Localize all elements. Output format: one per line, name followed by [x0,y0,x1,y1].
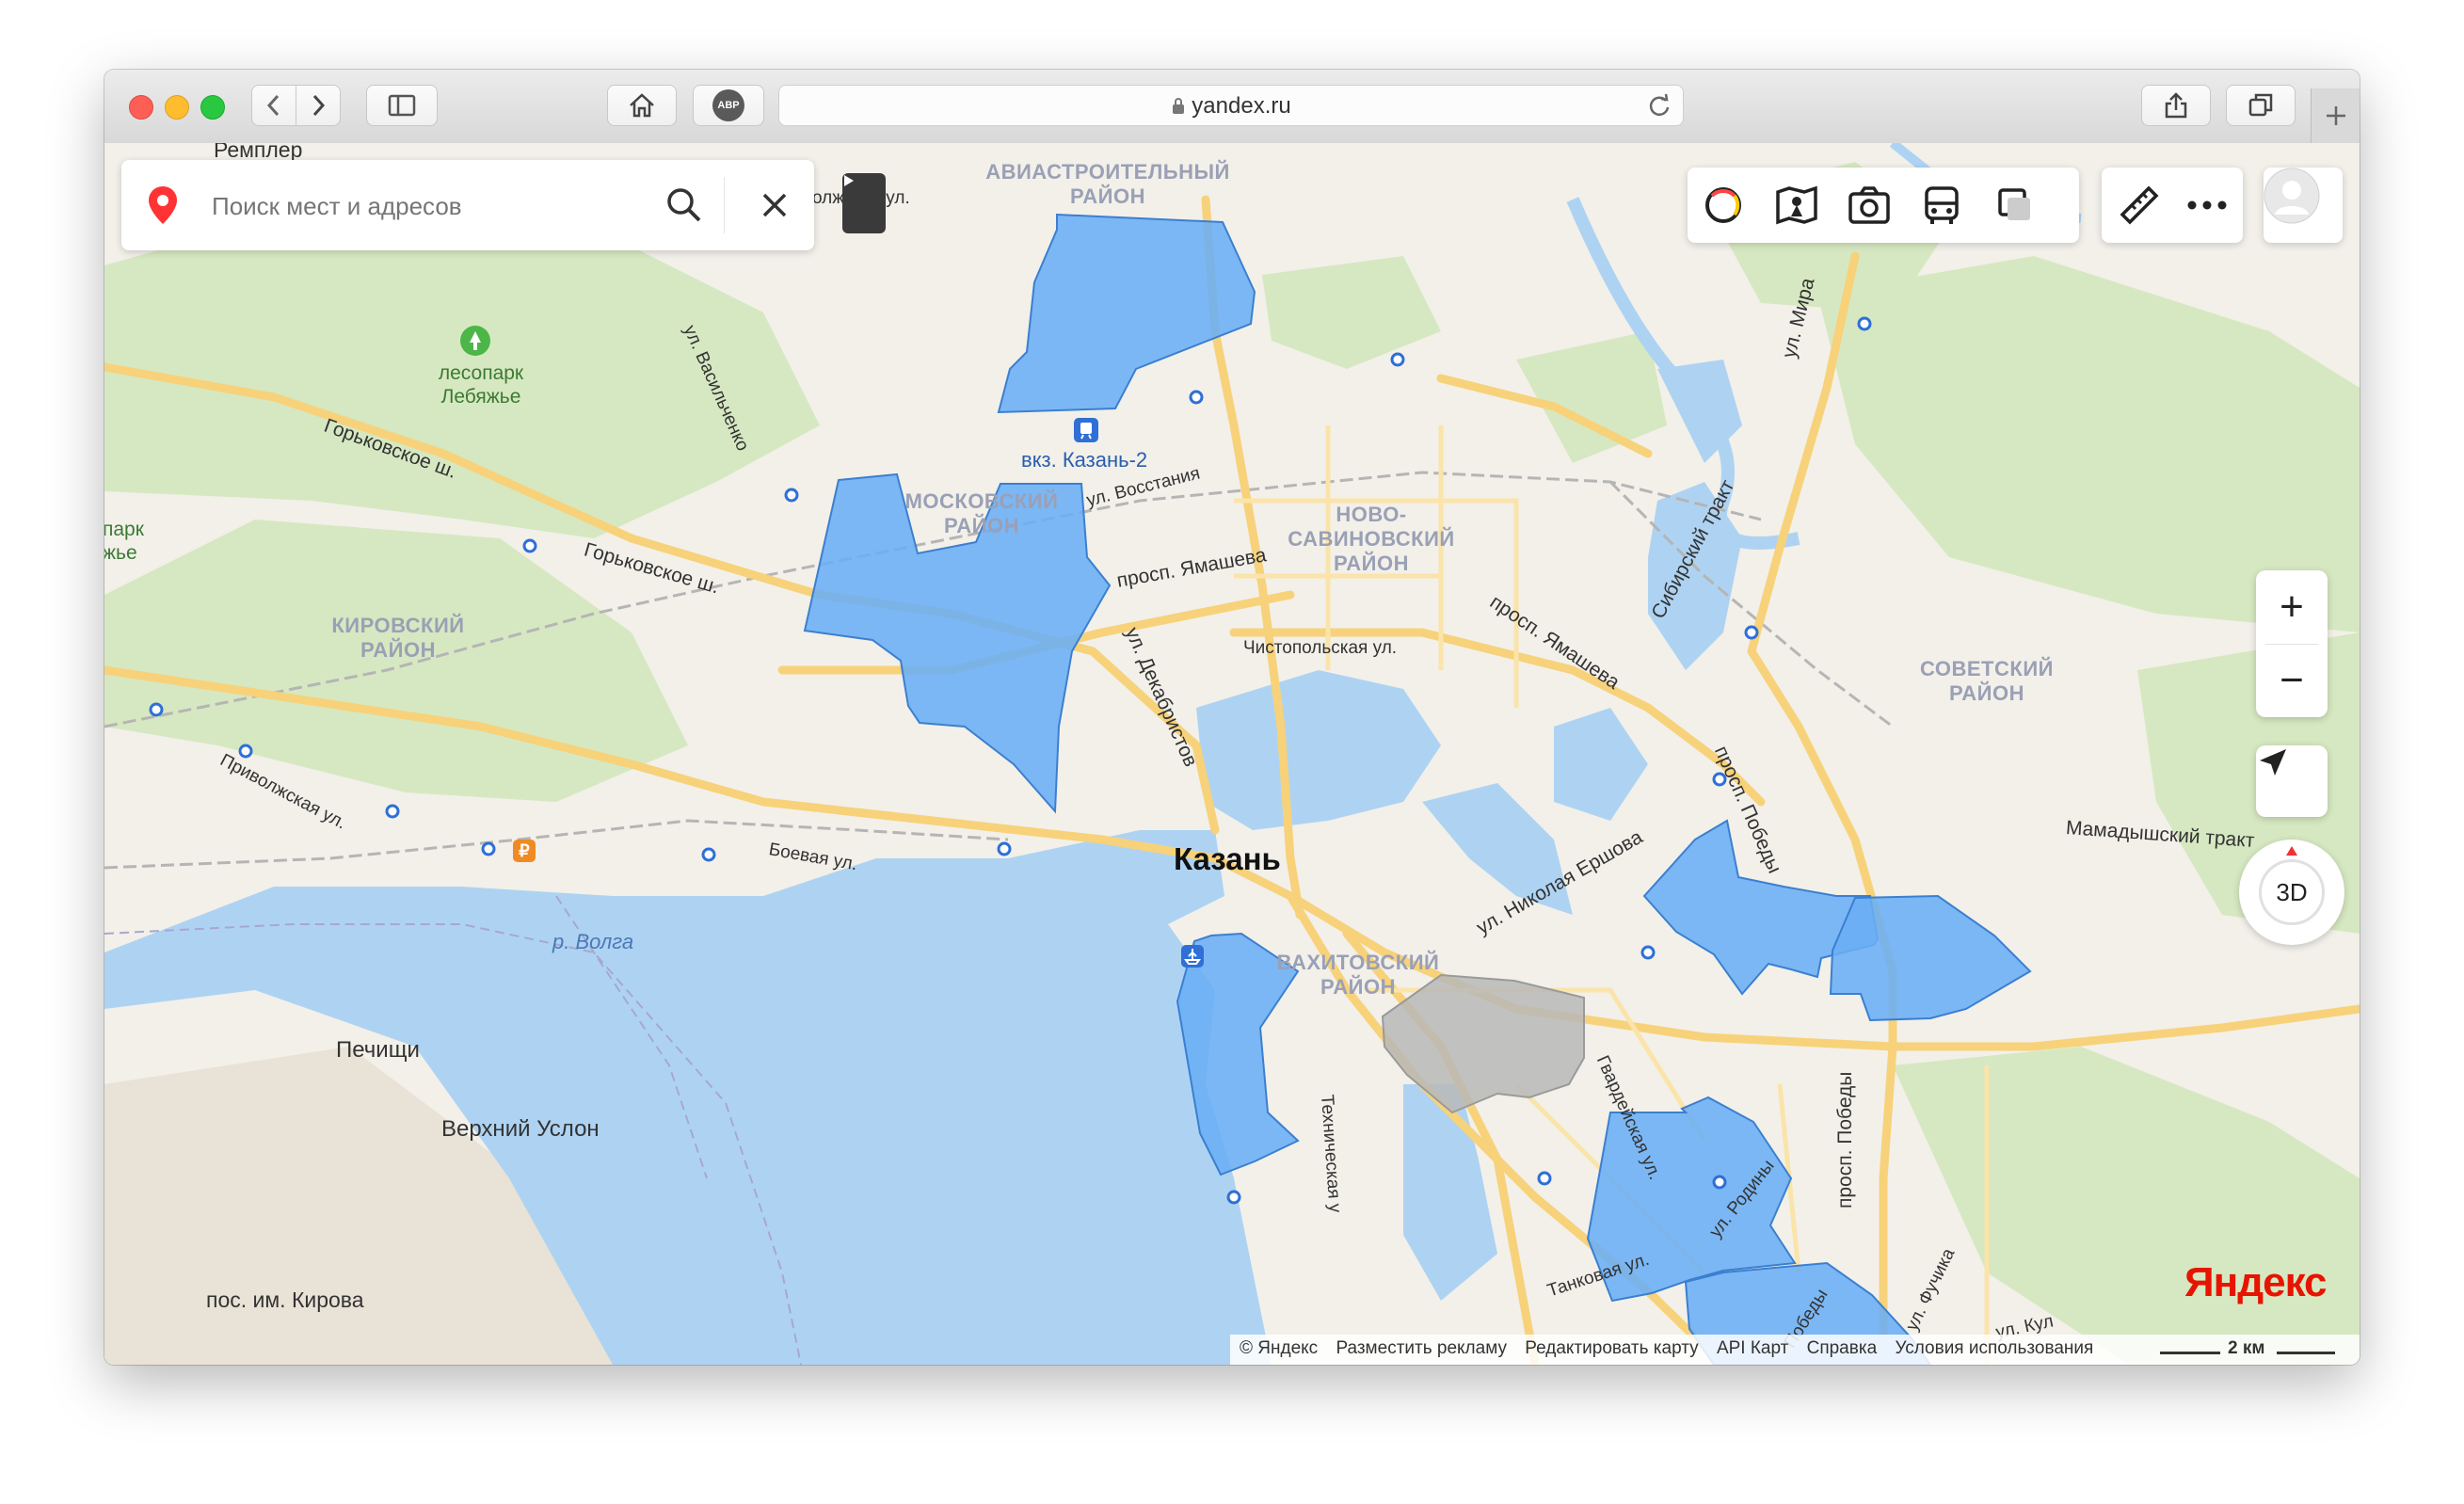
close-icon[interactable] [760,190,790,220]
api-link[interactable]: API Карт [1717,1338,1788,1358]
district-label-vakhitovsky: ВАХИТОВСКИЙ РАЙОН [1276,951,1440,999]
share-button[interactable] [2141,85,2211,126]
traffic-layer-icon[interactable] [1703,184,1744,226]
sidebar-toggle-button[interactable] [366,85,438,126]
tools-toolbar [2102,168,2243,243]
map-layers-toolbar [1688,168,2079,243]
geolocation-button[interactable] [2256,745,2328,817]
map-graphics [104,143,2360,1365]
tabs-icon [2248,93,2273,117]
scale-label: 2 км [2228,1338,2265,1358]
place-volga: р. Волга [552,930,634,953]
transit-icon[interactable] [1921,184,1962,226]
zoom-control: + − [2256,570,2328,717]
home-button[interactable] [607,85,677,126]
minimize-window-button[interactable] [165,95,189,120]
plus-icon [2327,106,2345,125]
chevron-right-icon [312,94,326,117]
district-label-sovetsky: СОВЕТСКИЙ РАЙОН [1920,657,2054,705]
maximize-window-button[interactable] [200,95,225,120]
location-pin-icon [149,186,177,224]
new-tab-button[interactable] [2311,88,2360,143]
close-window-button[interactable] [129,95,153,120]
district-label-novo-savinovsky: НОВО- САВИНОВСКИЙ РАЙОН [1288,503,1455,575]
district-label-aviastroitelny: АВИАСТРОИТЕЛЬНЫЙ РАЙОН [985,160,1230,208]
search-panel [121,160,814,250]
street-label: Чистопольская ул. [1243,638,1398,658]
back-button[interactable] [251,85,296,126]
place-pechishchi: Печищи [336,1037,420,1063]
home-icon [630,93,654,118]
search-input[interactable] [210,186,628,226]
city-label: Казань [1174,841,1281,876]
lock-icon [1173,98,1185,114]
zoom-in-icon[interactable]: + [2256,570,2328,644]
place-station: вкз. Казань-2 [1021,448,1148,472]
photo-icon[interactable] [1848,184,1891,226]
street-label: просп. Победы [1834,1071,1856,1208]
share-icon [2165,92,2187,119]
adblock-icon: ABP [712,89,744,121]
edit-map-link[interactable]: Редактировать карту [1525,1338,1698,1358]
forward-button[interactable] [296,85,341,126]
river-port-icon [1181,945,1204,968]
zoom-out-icon[interactable]: − [2256,645,2328,718]
map-canvas[interactable]: АВИАСТРОИТЕЛЬНЫЙ РАЙОН МОСКОВСКИЙ РАЙОН … [104,143,2360,1365]
chevron-left-icon [266,94,280,117]
expand-panel-button[interactable] [842,173,886,233]
url-text: yandex.ru [1192,93,1291,119]
river-port-icon: ₽ [513,840,536,862]
geolocation-icon [2260,749,2286,776]
train-station-icon [1074,418,1098,442]
panorama-icon[interactable] [1774,184,1819,226]
sidebar-icon [388,94,416,117]
place-lesopark: лесопарк Лебяжье [438,362,524,408]
yandex-logo: Яндекс [2184,1259,2328,1305]
search-icon[interactable] [664,184,705,226]
district-label-moskovsky: МОСКОВСКИЙ РАЙОН [904,489,1059,537]
copyright-text: © Яндекс [1240,1338,1319,1358]
compass-north-icon [2286,846,2297,856]
ad-link[interactable]: Разместить рекламу [1336,1338,1507,1358]
place-park-partial: парк жье [104,519,144,564]
tilt-3d-control[interactable]: 3D [2239,840,2344,945]
park-icon [460,326,490,356]
more-icon[interactable] [2186,198,2228,213]
place-verkhny-uslon: Верхний Услон [441,1116,600,1142]
play-icon [844,175,854,186]
browser-window: ABP yandex.ru АВИАСТРОИТЕЛЬНЫЙ РАЙОН МОС… [104,70,2360,1365]
district-label-kirovsky: КИРОВСКИЙ РАЙОН [331,614,465,662]
place-kirova: пос. им. Кирова [206,1288,364,1312]
ruler-icon[interactable] [2119,184,2160,226]
layers-icon[interactable] [1994,184,2036,226]
scale-bar-left [2160,1352,2220,1354]
3d-button[interactable]: 3D [2259,859,2325,925]
adblock-button[interactable]: ABP [693,85,764,126]
terms-link[interactable]: Условия использования [1895,1338,2093,1358]
scale-bar-right [2277,1352,2335,1354]
reload-icon[interactable] [1647,93,1672,118]
help-link[interactable]: Справка [1807,1338,1878,1358]
user-avatar-icon [2264,168,2320,224]
user-profile-button[interactable] [2264,168,2343,243]
tabs-overview-button[interactable] [2226,85,2296,126]
browser-toolbar: ABP yandex.ru [104,70,2360,144]
address-bar[interactable]: yandex.ru [778,85,1684,126]
map-footer: © Яндекс Разместить рекламу Редактироват… [1240,1338,2106,1359]
